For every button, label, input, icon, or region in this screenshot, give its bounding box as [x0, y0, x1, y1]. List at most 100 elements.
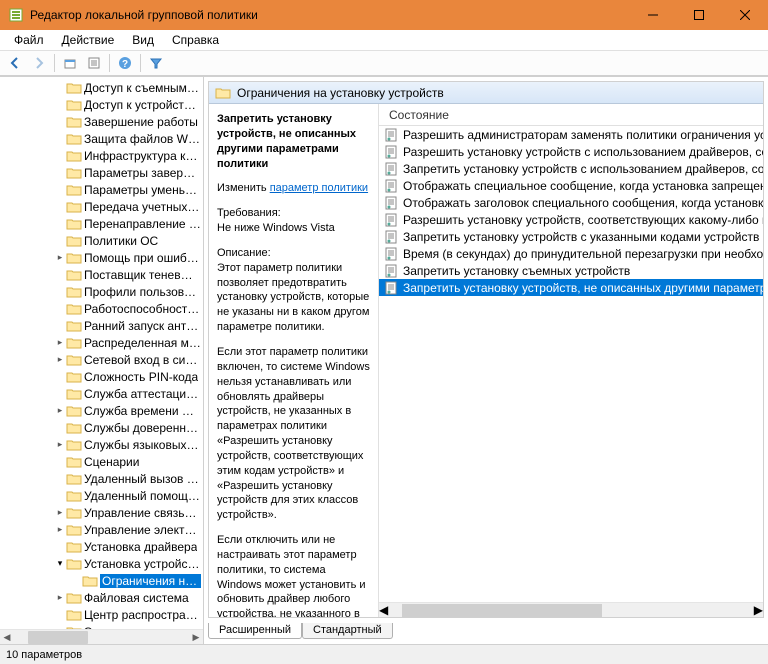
tree-node-label: Параметры завершения ра	[84, 166, 201, 180]
tree-node[interactable]: Удаленный вызов процедур	[0, 470, 203, 487]
tree-node-label: Параметры уменьшения рис	[84, 183, 201, 197]
menu-view[interactable]: Вид	[124, 32, 162, 48]
expand-icon[interactable]: ▸	[54, 354, 66, 365]
scroll-thumb[interactable]	[402, 604, 602, 617]
folder-icon	[66, 488, 82, 504]
tree-node[interactable]: Параметры завершения ра	[0, 164, 203, 181]
tree-node-label: Работоспособность хранили	[84, 302, 201, 316]
scroll-right-icon[interactable]: ▶	[754, 603, 763, 617]
policy-list-row[interactable]: Разрешить администраторам заменять полит…	[379, 126, 763, 143]
scroll-left-icon[interactable]: ◀	[379, 603, 388, 617]
tree-node[interactable]: ▸Помощь при ошибке «Отка	[0, 249, 203, 266]
tree-node[interactable]: Установка драйвера	[0, 538, 203, 555]
expand-icon[interactable]: ▸	[54, 405, 66, 416]
policy-list-label: Время (в секундах) до принудительной пер…	[403, 247, 763, 261]
tree-hscroll[interactable]: ◀ ▶	[0, 629, 203, 644]
tree-node[interactable]: ▸Управление связью через И	[0, 504, 203, 521]
tree-node[interactable]: Профили пользователей	[0, 283, 203, 300]
tree-node-label: Доступ к устройствам Enha	[84, 98, 201, 112]
tree-node[interactable]: Ограничения на установк	[0, 572, 203, 589]
scroll-thumb[interactable]	[28, 631, 88, 644]
policy-list-row[interactable]: Отображать заголовок специального сообще…	[379, 194, 763, 211]
folder-icon	[66, 148, 82, 164]
policy-icon	[383, 246, 399, 262]
policy-list-row[interactable]: Запретить установку устройств с использо…	[379, 160, 763, 177]
edit-policy-link[interactable]: параметр политики	[270, 182, 368, 194]
tree-node[interactable]: ▸Файловая система	[0, 589, 203, 606]
menu-help[interactable]: Справка	[164, 32, 227, 48]
policy-list-row[interactable]: Запретить установку устройств, не описан…	[379, 279, 763, 296]
policy-list-row[interactable]: Разрешить установку устройств с использо…	[379, 143, 763, 160]
tree-node[interactable]: ▾Установка устройства	[0, 555, 203, 572]
tree-node[interactable]: Сложность PIN-кода	[0, 368, 203, 385]
tree-node[interactable]: Защита файлов Windows	[0, 130, 203, 147]
policy-list-row[interactable]: Отображать специальное сообщение, когда …	[379, 177, 763, 194]
policy-list-label: Разрешить установку устройств с использо…	[403, 145, 763, 159]
tree-node[interactable]: Доступ к съемным запомин	[0, 79, 203, 96]
tree-node[interactable]: Доступ к устройствам Enha	[0, 96, 203, 113]
folder-icon	[66, 250, 82, 266]
filter-button[interactable]	[145, 52, 167, 74]
tree-up-button[interactable]	[59, 52, 81, 74]
tree-node[interactable]: Сценарии	[0, 453, 203, 470]
minimize-button[interactable]	[630, 0, 676, 30]
tree-node[interactable]: Инфраструктура классифик	[0, 147, 203, 164]
tree-node[interactable]: Работоспособность хранили	[0, 300, 203, 317]
tree-node[interactable]: ▸Распределенная модель CO	[0, 334, 203, 351]
expand-icon[interactable]: ▸	[54, 337, 66, 348]
tree-node-label: Профили пользователей	[84, 285, 201, 299]
tree-node[interactable]: Ранний запуск антивредонс	[0, 317, 203, 334]
policy-list-row[interactable]: Запретить установку устройств с указанны…	[379, 228, 763, 245]
policy-list-label: Запретить установку съемных устройств	[403, 264, 630, 278]
properties-button[interactable]	[83, 52, 105, 74]
policy-list-row[interactable]: Разрешить установку устройств, соответст…	[379, 211, 763, 228]
menu-file[interactable]: Файл	[6, 32, 52, 48]
policy-tree[interactable]: Доступ к съемным запомин Доступ к устройс…	[0, 77, 203, 629]
policy-list[interactable]: Разрешить администраторам заменять полит…	[379, 126, 763, 602]
folder-icon	[66, 165, 82, 181]
tab-standard[interactable]: Стандартный	[302, 623, 393, 639]
scroll-right-icon[interactable]: ▶	[189, 630, 203, 644]
tree-node[interactable]: Перенаправление папок	[0, 215, 203, 232]
tree-node[interactable]: ▸Служба времени Windows	[0, 402, 203, 419]
scroll-left-icon[interactable]: ◀	[0, 630, 14, 644]
collapse-icon[interactable]: ▾	[54, 558, 66, 569]
menu-action[interactable]: Действие	[54, 32, 123, 48]
policy-icon	[383, 144, 399, 160]
tree-node[interactable]: ▸Сетевой вход в систему	[0, 351, 203, 368]
tree-node[interactable]: Удаленный помощник	[0, 487, 203, 504]
expand-icon[interactable]: ▸	[54, 507, 66, 518]
maximize-button[interactable]	[676, 0, 722, 30]
expand-icon[interactable]: ▸	[54, 252, 66, 263]
close-button[interactable]	[722, 0, 768, 30]
help-button[interactable]: ?	[114, 52, 136, 74]
folder-icon	[66, 80, 82, 96]
tree-node[interactable]: Передача учетных данных	[0, 198, 203, 215]
tree-node[interactable]: ▸Службы языковых стандарт	[0, 436, 203, 453]
description-p1: Этот параметр политики позволяет предотв…	[217, 261, 370, 335]
list-header[interactable]: Состояние	[379, 104, 763, 126]
tree-node[interactable]: Службы доверенного плать	[0, 419, 203, 436]
policy-list-row[interactable]: Запретить установку съемных устройств	[379, 262, 763, 279]
tree-node[interactable]: Поставщик теневых копий	[0, 266, 203, 283]
tree-node[interactable]: Политики ОС	[0, 232, 203, 249]
tree-node-label: Ранний запуск антивредонс	[84, 319, 201, 333]
view-tabs: Расширенный Стандартный	[204, 622, 768, 644]
list-hscroll[interactable]: ◀ ▶	[379, 602, 763, 617]
tree-node[interactable]: Завершение работы	[0, 113, 203, 130]
tree-node[interactable]: Центр распространения клю	[0, 606, 203, 623]
expand-icon[interactable]: ▸	[54, 592, 66, 603]
back-button[interactable]	[4, 52, 26, 74]
expand-icon[interactable]: ▸	[54, 439, 66, 450]
tab-extended[interactable]: Расширенный	[208, 623, 302, 639]
tree-node[interactable]: ▸Управление электропитани	[0, 521, 203, 538]
folder-icon	[66, 539, 82, 555]
policy-icon	[383, 280, 399, 296]
policy-list-label: Запретить установку устройств, не описан…	[403, 281, 763, 295]
tree-node[interactable]: Параметры уменьшения рис	[0, 181, 203, 198]
expand-icon[interactable]: ▸	[54, 524, 66, 535]
tree-node[interactable]: Служба аттестации работос	[0, 385, 203, 402]
policy-list-row[interactable]: Время (в секундах) до принудительной пер…	[379, 245, 763, 262]
column-state[interactable]: Состояние	[385, 108, 453, 122]
forward-button[interactable]	[28, 52, 50, 74]
